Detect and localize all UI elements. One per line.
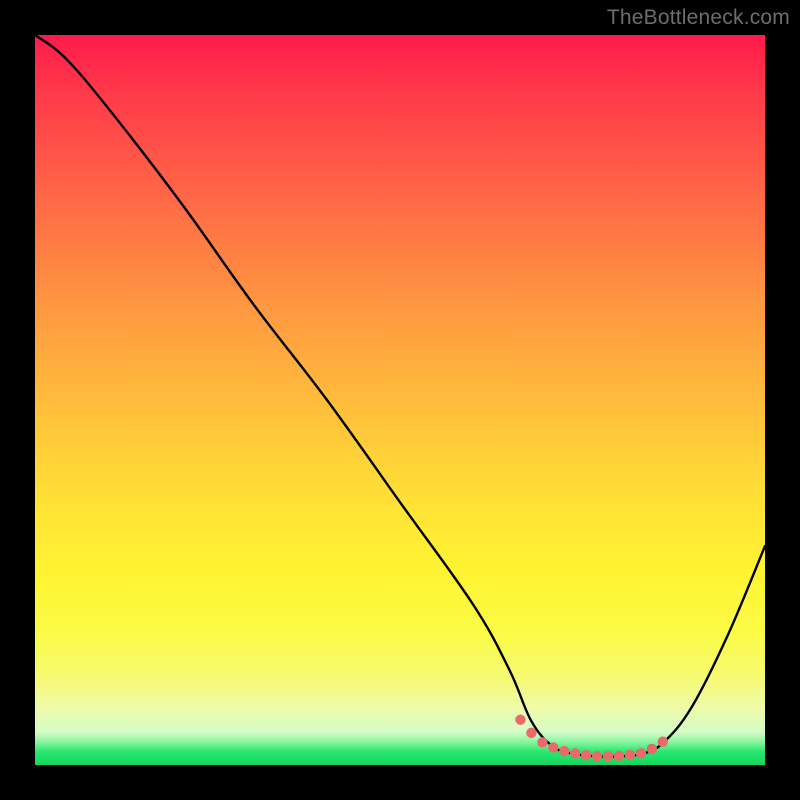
optimal-dot <box>526 728 536 738</box>
optimal-dot <box>592 751 602 761</box>
bottleneck-curve <box>35 35 765 757</box>
chart-frame: TheBottleneck.com <box>0 0 800 800</box>
optimal-range-dots <box>515 715 668 762</box>
optimal-dot <box>570 748 580 758</box>
optimal-dot <box>559 746 569 756</box>
plot-area <box>35 35 765 765</box>
curve-layer <box>35 35 765 765</box>
optimal-dot <box>625 750 635 760</box>
optimal-dot <box>603 751 613 761</box>
optimal-dot <box>647 744 657 754</box>
optimal-dot <box>658 736 668 746</box>
optimal-dot <box>537 737 547 747</box>
optimal-dot <box>614 751 624 761</box>
watermark-text: TheBottleneck.com <box>607 6 790 30</box>
optimal-dot <box>636 748 646 758</box>
optimal-dot <box>548 742 558 752</box>
optimal-dot <box>515 715 525 725</box>
optimal-dot <box>581 750 591 760</box>
